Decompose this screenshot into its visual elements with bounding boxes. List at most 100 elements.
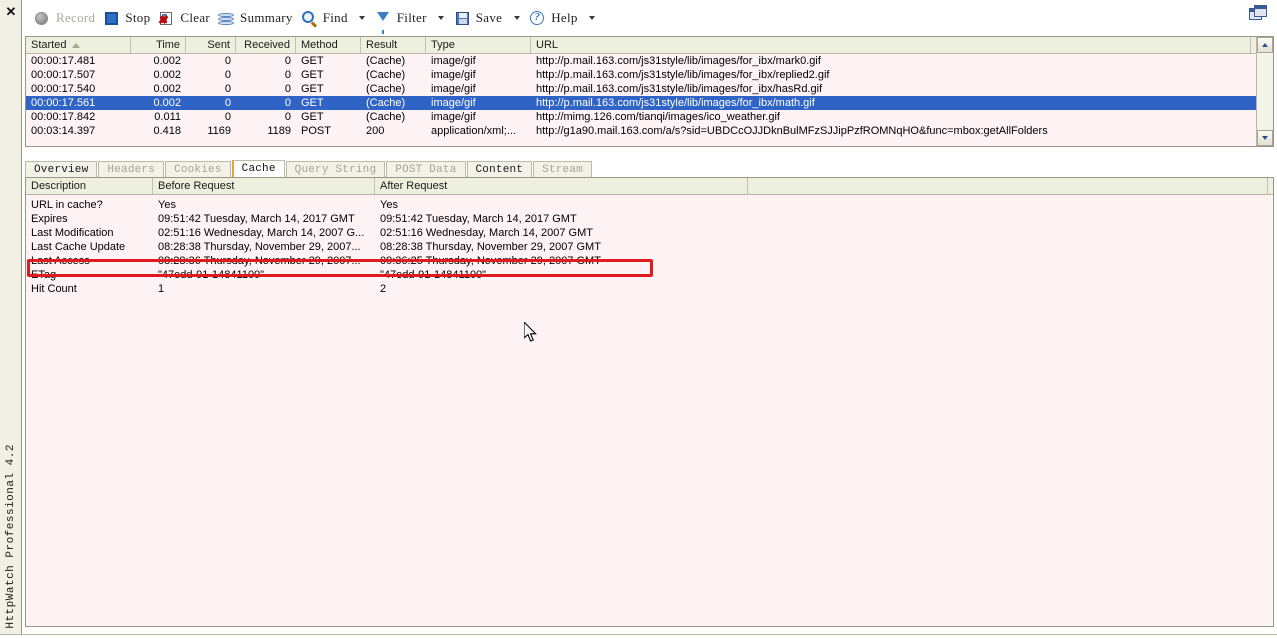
detail-column-header-description[interactable]: Description bbox=[26, 178, 153, 194]
grid-cell-time: 0.002 bbox=[131, 82, 186, 96]
find-label: Find bbox=[323, 10, 348, 26]
detail-cell-after: 2 bbox=[375, 282, 748, 296]
detail-cell-before: 02:51:16 Wednesday, March 14, 2007 G... bbox=[153, 226, 375, 240]
tab-query-string[interactable]: Query String bbox=[286, 161, 386, 178]
table-row[interactable]: 00:00:17.8420.01100GET(Cache)image/gifht… bbox=[26, 110, 1273, 124]
detail-cell-before: Yes bbox=[153, 198, 375, 212]
detail-cell-description: ETag bbox=[26, 268, 153, 282]
grid-cell-result: (Cache) bbox=[361, 82, 426, 96]
grid-cell-result: (Cache) bbox=[361, 68, 426, 82]
grid-cell-method: GET bbox=[296, 96, 361, 110]
save-dropdown-caret-icon[interactable] bbox=[510, 8, 523, 28]
detail-cell-before: 1 bbox=[153, 282, 375, 296]
save-icon bbox=[454, 10, 471, 27]
find-dropdown-caret-icon[interactable] bbox=[356, 8, 369, 28]
detail-row: Expires 09:51:42 Tuesday, March 14, 2017 … bbox=[26, 212, 1273, 226]
tab-content[interactable]: Content bbox=[467, 161, 533, 178]
detail-cell-description: Last Access bbox=[26, 254, 153, 268]
close-icon[interactable]: ✕ bbox=[3, 4, 19, 20]
grid-cell-result: (Cache) bbox=[361, 96, 426, 110]
clear-label: Clear bbox=[180, 10, 210, 26]
grid-cell-time: 0.011 bbox=[131, 110, 186, 124]
tab-headers[interactable]: Headers bbox=[98, 161, 164, 178]
chevron-down-icon[interactable] bbox=[1257, 130, 1273, 146]
detail-tabs: OverviewHeadersCookiesCacheQuery StringP… bbox=[25, 160, 1274, 178]
chevron-up-icon[interactable] bbox=[1257, 37, 1273, 53]
tab-cookies[interactable]: Cookies bbox=[165, 161, 231, 178]
detail-row: Hit Count12 bbox=[26, 282, 1273, 296]
filter-dropdown-caret-icon[interactable] bbox=[435, 8, 448, 28]
grid-column-header-time[interactable]: Time bbox=[131, 37, 186, 53]
clear-button[interactable]: ✖Clear bbox=[156, 6, 214, 30]
grid-column-header-url[interactable]: URL bbox=[531, 37, 1251, 53]
detail-cell-after: "47edd-91-14841100" bbox=[375, 268, 748, 282]
left-sidebar-strip: ✕ HttpWatch Professional 4.2 bbox=[0, 0, 22, 638]
find-button[interactable]: Find bbox=[299, 6, 352, 30]
filter-button[interactable]: Filter bbox=[373, 6, 431, 30]
help-button[interactable]: ?Help bbox=[527, 6, 581, 30]
grid-cell-method: GET bbox=[296, 68, 361, 82]
table-row[interactable]: 00:03:14.3970.41811691189POST200applicat… bbox=[26, 124, 1273, 138]
detail-column-header-after-request[interactable]: After Request bbox=[375, 178, 748, 194]
detail-row: URL in cache?YesYes bbox=[26, 198, 1273, 212]
grid-column-header-method[interactable]: Method bbox=[296, 37, 361, 53]
grid-column-header-label: Sent bbox=[207, 39, 230, 51]
detail-cell-after: 09:51:42 Tuesday, March 14, 2017 GMT bbox=[375, 212, 748, 226]
request-grid-panel: StartedTime Sent ReceivedMethodResultTypeU… bbox=[25, 36, 1274, 147]
grid-cell-started: 00:00:17.540 bbox=[26, 82, 131, 96]
tab-post-data[interactable]: POST Data bbox=[386, 161, 465, 178]
detail-cell-description: Last Cache Update bbox=[26, 240, 153, 254]
toolbar-button-group: Record Stop ✖Clear Summary Find Filter Save ?He… bbox=[32, 0, 603, 36]
stop-button[interactable]: Stop bbox=[101, 6, 154, 30]
grid-cell-time: 0.002 bbox=[131, 68, 186, 82]
grid-cell-started: 00:03:14.397 bbox=[26, 124, 131, 138]
filter-label: Filter bbox=[397, 10, 427, 26]
grid-cell-type: image/gif bbox=[426, 110, 531, 124]
grid-cell-time: 0.418 bbox=[131, 124, 186, 138]
grid-column-header-received[interactable]: Received bbox=[236, 37, 296, 53]
grid-cell-result: 200 bbox=[361, 124, 426, 138]
detail-cell-description: Hit Count bbox=[26, 282, 153, 296]
grid-cell-received: 0 bbox=[236, 54, 296, 68]
grid-cell-type: image/gif bbox=[426, 54, 531, 68]
detail-row: Last Access08:28:36 Thursday, November 2… bbox=[26, 254, 1273, 268]
save-button[interactable]: Save bbox=[452, 6, 506, 30]
grid-cell-url: http://p.mail.163.com/js31style/lib/imag… bbox=[531, 54, 1251, 68]
grid-cell-method: GET bbox=[296, 54, 361, 68]
detail-column-header-before-request[interactable]: Before Request bbox=[153, 178, 375, 194]
help-dropdown-caret-icon[interactable] bbox=[586, 8, 599, 28]
grid-cell-sent: 1169 bbox=[186, 124, 236, 138]
help-icon: ? bbox=[529, 10, 546, 27]
table-row[interactable]: 00:00:17.4810.00200GET(Cache)image/gifht… bbox=[26, 54, 1273, 68]
record-button: Record bbox=[32, 6, 99, 30]
request-grid-scrollbar[interactable] bbox=[1256, 37, 1273, 146]
grid-column-header-sent[interactable]: Sent bbox=[186, 37, 236, 53]
grid-cell-url: http://p.mail.163.com/js31style/lib/imag… bbox=[531, 82, 1251, 96]
detail-cell-after: 08:28:38 Thursday, November 29, 2007 GMT bbox=[375, 240, 748, 254]
detail-column-header-spacer[interactable] bbox=[748, 178, 1268, 194]
grid-cell-url: http://p.mail.163.com/js31style/lib/imag… bbox=[531, 96, 1251, 110]
grid-column-header-started[interactable]: Started bbox=[26, 37, 131, 53]
grid-column-header-type[interactable]: Type bbox=[426, 37, 531, 53]
grid-cell-method: POST bbox=[296, 124, 361, 138]
cache-detail-body: URL in cache?YesYesExpires 09:51:42 Tuesd… bbox=[26, 195, 1273, 296]
table-row[interactable]: 00:00:17.5400.00200GET(Cache)image/gifht… bbox=[26, 82, 1273, 96]
grid-cell-result: (Cache) bbox=[361, 110, 426, 124]
summary-button[interactable]: Summary bbox=[216, 6, 297, 30]
tab-stream[interactable]: Stream bbox=[533, 161, 592, 178]
cache-detail-header: DescriptionBefore RequestAfter Request bbox=[26, 178, 1273, 195]
detail-row: Last Cache Update 08:28:38 Thursday, Nove… bbox=[26, 240, 1273, 254]
grid-cell-sent: 0 bbox=[186, 68, 236, 82]
tab-overview[interactable]: Overview bbox=[25, 161, 97, 178]
grid-column-header-result[interactable]: Result bbox=[361, 37, 426, 53]
app-vertical-title: HttpWatch Professional 4.2 bbox=[0, 444, 22, 632]
table-row[interactable]: 00:00:17.5070.00200GET(Cache)image/gifht… bbox=[26, 68, 1273, 82]
tab-cache[interactable]: Cache bbox=[232, 160, 285, 178]
summary-label: Summary bbox=[240, 10, 293, 26]
stop-label: Stop bbox=[125, 10, 150, 26]
detail-cell-description: Expires bbox=[26, 212, 153, 226]
table-row[interactable]: 00:00:17.5610.00200GET(Cache)image/gifht… bbox=[26, 96, 1273, 110]
grid-cell-received: 0 bbox=[236, 82, 296, 96]
cascade-windows-icon[interactable] bbox=[1249, 5, 1269, 23]
request-grid-body[interactable]: 00:00:17.4810.00200GET(Cache)image/gifht… bbox=[26, 54, 1273, 138]
